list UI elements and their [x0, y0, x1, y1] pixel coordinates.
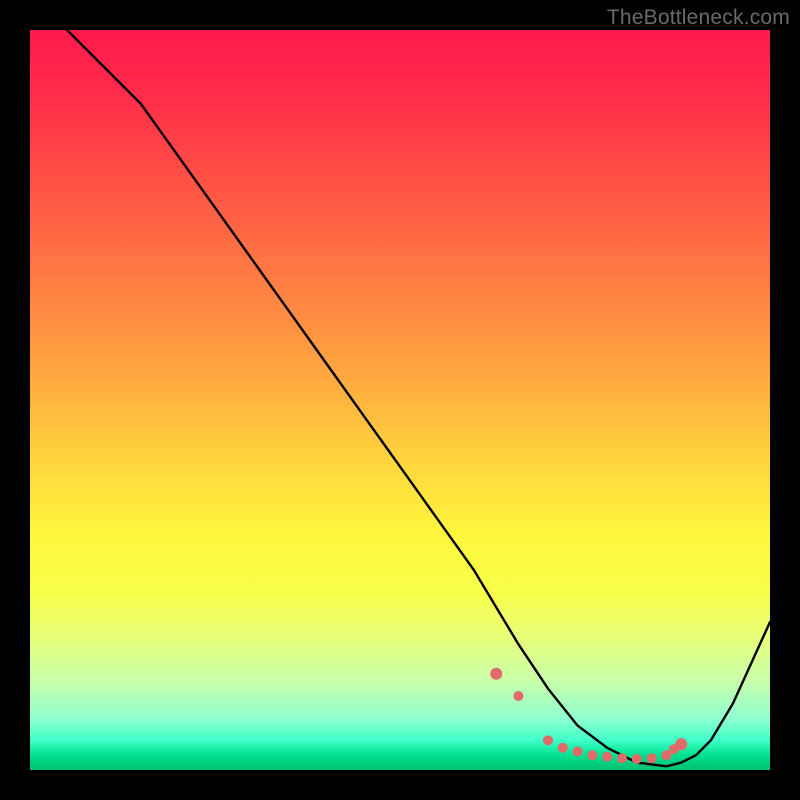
marker-dot [513, 691, 523, 701]
marker-dot [647, 753, 657, 763]
marker-dot [490, 668, 502, 680]
marker-dot [587, 750, 597, 760]
curve-line [67, 30, 770, 766]
chart-frame: TheBottleneck.com [0, 0, 800, 800]
marker-dot [675, 738, 687, 750]
marker-dot [617, 753, 627, 763]
marker-dot [573, 747, 583, 757]
watermark-text: TheBottleneck.com [607, 6, 790, 30]
marker-dot [543, 735, 553, 745]
marker-dot [602, 752, 612, 762]
valley-markers [490, 668, 687, 764]
marker-dot [632, 754, 642, 764]
marker-dot [558, 743, 568, 753]
plot-area [30, 30, 770, 770]
curve-path [67, 30, 770, 766]
chart-svg [30, 30, 770, 770]
